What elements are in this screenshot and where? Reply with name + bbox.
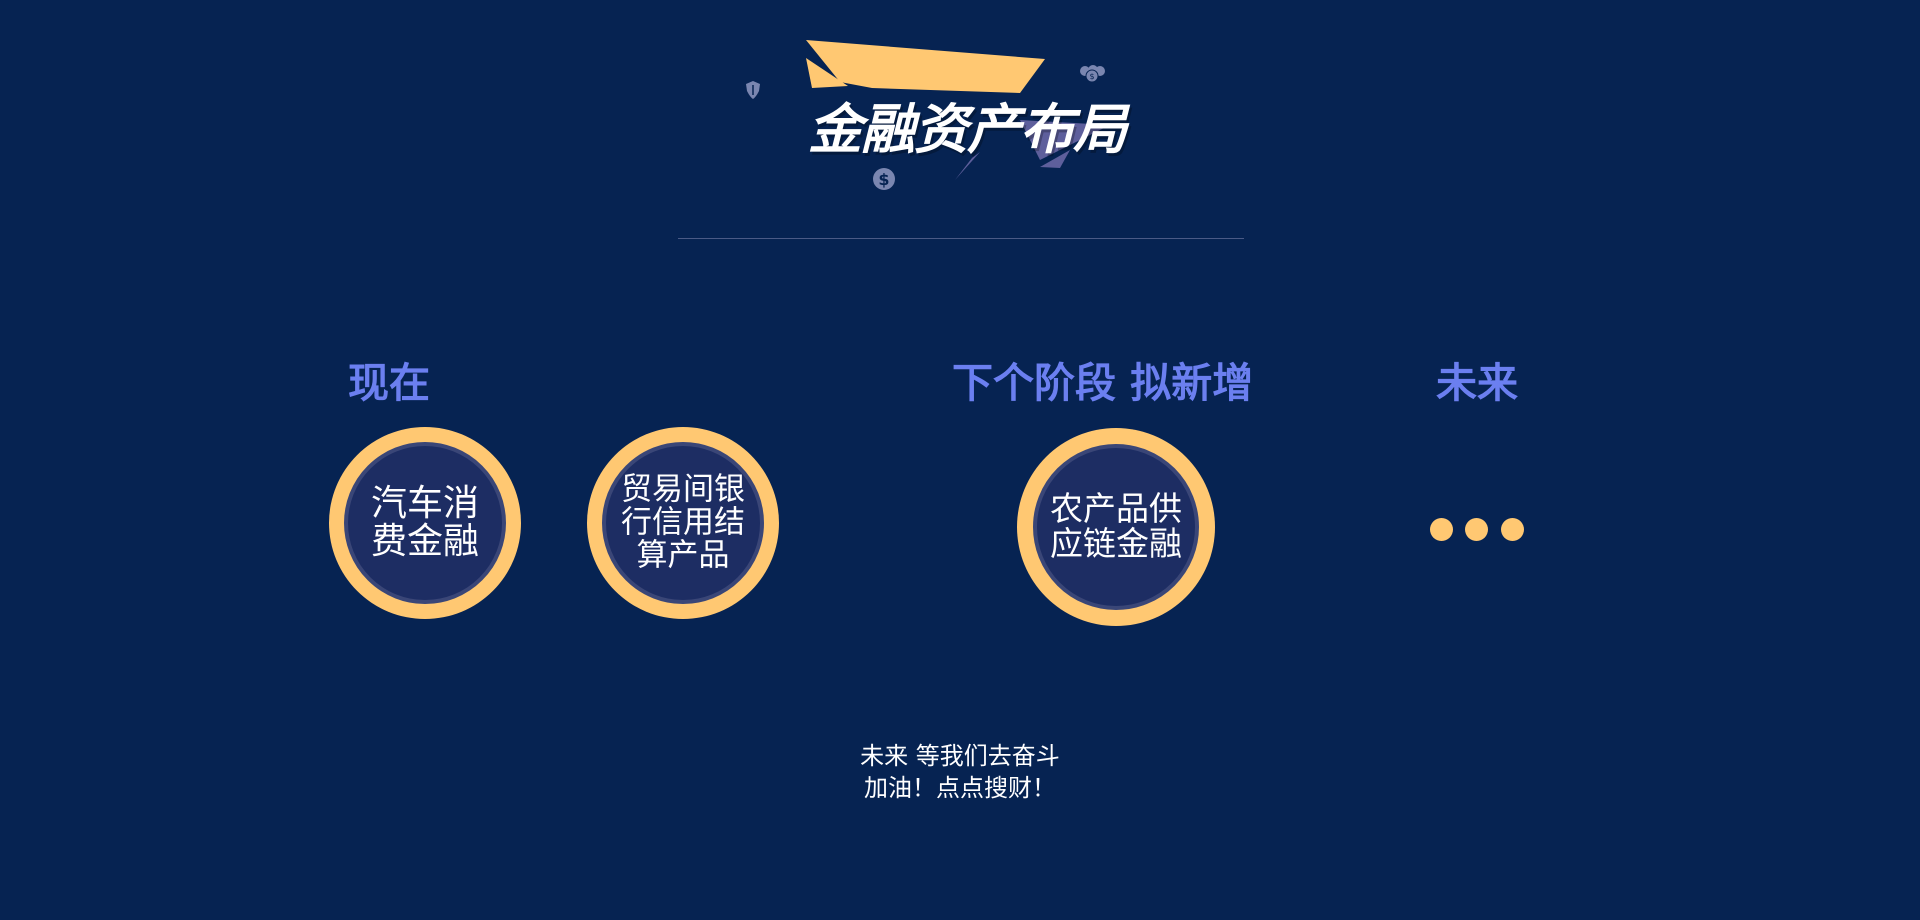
product-label-line: 费金融: [370, 521, 479, 562]
title-banner: $ $ 金融资产布局: [740, 30, 1180, 200]
product-label-line: 汽车消: [370, 482, 479, 524]
shield-icon: [746, 81, 760, 99]
product-circle-trade-credit: 贸易间银 行信用结 算产品: [587, 427, 779, 619]
footer-line-2: 加油！点点搜财！: [864, 774, 1056, 802]
product-label-line: 应链金融: [1050, 524, 1182, 563]
ellipsis-dot: [1430, 518, 1453, 541]
page-title: 金融资产布局: [808, 98, 1127, 161]
coins-icon: $: [1080, 65, 1105, 83]
stage-heading-future: 未来: [1436, 359, 1518, 407]
product-label-line: 算产品: [636, 537, 730, 574]
ellipsis-dot: [1465, 518, 1488, 541]
product-label: 贸易间银 行信用结 算产品: [587, 471, 779, 574]
product-label-line: 农产品供: [1050, 489, 1182, 529]
product-label-line: 行信用结: [621, 504, 745, 541]
stage-heading-now: 现在: [348, 359, 430, 407]
stage-heading-next: 下个阶段 拟新增: [952, 359, 1254, 407]
product-circle-agri-supply-chain: 农产品供 应链金融: [1017, 428, 1215, 626]
title-divider: [678, 238, 1244, 239]
svg-text:$: $: [878, 170, 889, 189]
ellipsis-dots: [1428, 518, 1528, 544]
product-label: 农产品供 应链金融: [1017, 489, 1215, 563]
dollar-icon: $: [873, 168, 895, 190]
product-label-line: 贸易间银: [621, 471, 745, 508]
ellipsis-dot: [1501, 518, 1524, 541]
footer-line-1: 未来 等我们去奋斗: [860, 742, 1060, 770]
product-circle-auto-finance: 汽车消 费金融: [329, 427, 521, 619]
product-label: 汽车消 费金融: [329, 482, 521, 562]
svg-text:$: $: [1089, 72, 1094, 81]
footer-message: 未来 等我们去奋斗 加油！点点搜财！: [760, 740, 1160, 804]
